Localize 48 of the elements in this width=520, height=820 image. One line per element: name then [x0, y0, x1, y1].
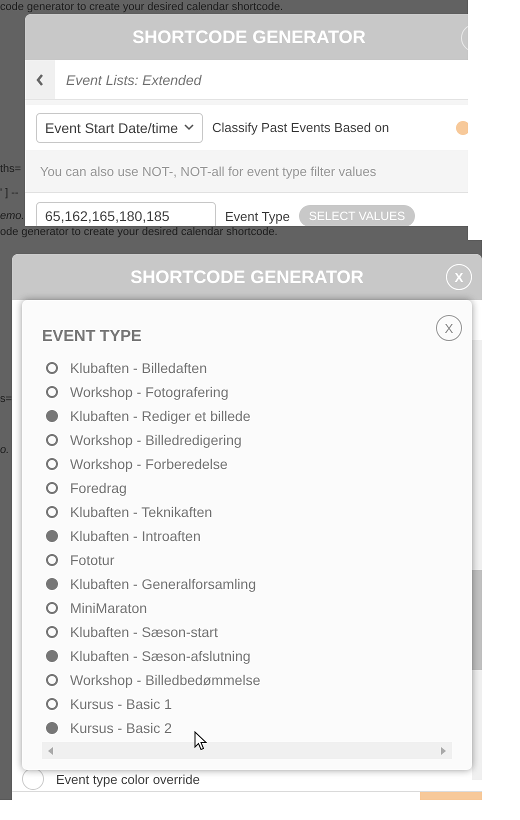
- field-label: Classify Past Events Based on: [212, 120, 390, 135]
- breadcrumb: Event Lists: Extended: [66, 72, 202, 88]
- option-label: Klubaften - Introaften: [70, 528, 201, 544]
- radio-option[interactable]: Workshop - Forberedelse: [42, 452, 452, 476]
- input-field[interactable]: 65,162,165,180,185: [36, 202, 216, 226]
- option-label: Klubaften - Sæson-start: [70, 624, 218, 640]
- backdrop-text: s=: [0, 393, 12, 406]
- radio-option[interactable]: Workshop - Billedredigering: [42, 428, 452, 452]
- option-label: Kursus - Basic 1: [70, 696, 172, 712]
- option-label: Klubaften - Sæson-afslutning: [70, 648, 251, 664]
- option-label: Fototur: [70, 552, 114, 568]
- radio-option[interactable]: Klubaften - Introaften: [42, 524, 452, 548]
- radio-option[interactable]: Kursus - Basic 2: [42, 716, 452, 740]
- radio-option[interactable]: Fototur: [42, 548, 452, 572]
- radio-option[interactable]: Klubaften - Generalforsamling: [42, 572, 452, 596]
- option-label: Klubaften - Generalforsamling: [70, 576, 256, 592]
- radio-option[interactable]: Workshop - Fotografering: [42, 380, 452, 404]
- radio-option[interactable]: Foredrag: [42, 476, 452, 500]
- option-label: Klubaften - Teknikaften: [70, 504, 212, 520]
- option-label: Klubaften - Billedaften: [70, 360, 207, 376]
- backdrop-text: ths=: [0, 163, 22, 176]
- option-label: Klubaften - Rediger et billede: [70, 408, 251, 424]
- option-label: Workshop - Forberedelse: [70, 456, 228, 472]
- radio-option[interactable]: Klubaften - Sæson-start: [42, 620, 452, 644]
- backdrop-text: code generator to create your desired calendar shortcode.: [0, 1, 284, 14]
- option-label: Foredrag: [70, 480, 127, 496]
- field-label: Event type color override: [56, 772, 200, 786]
- option-label: MiniMaraton: [70, 600, 148, 616]
- option-label: Workshop - Billedbedømmelse: [70, 672, 260, 688]
- backdrop-text: o.: [0, 444, 10, 457]
- backdrop-text: ' ] --: [0, 187, 19, 200]
- modal-title: EVENT TYPE: [42, 328, 142, 346]
- radio-option[interactable]: Klubaften - Sæson-afslutning: [42, 644, 452, 668]
- option-label: Workshop - Billedredigering: [70, 432, 242, 448]
- radio-option[interactable]: Kursus - Basic 1: [42, 692, 452, 716]
- radio-option[interactable]: MiniMaraton: [42, 596, 452, 620]
- option-label: Workshop - Fotografering: [70, 384, 228, 400]
- dropdown[interactable]: Event Start Date/time: [36, 112, 204, 142]
- hint-text: You can also use NOT-, NOT-all for event type filter values: [40, 164, 376, 178]
- option-label: Kursus - Basic 2: [70, 720, 172, 736]
- radio-option[interactable]: Klubaften - Teknikaften: [42, 500, 452, 524]
- radio-option[interactable]: Klubaften - Rediger et billede: [42, 404, 452, 428]
- backdrop-text: ode generator to create your desired calendar shortcode.: [0, 226, 278, 239]
- radio-option[interactable]: Klubaften - Billedaften: [42, 356, 452, 380]
- radio-option[interactable]: Workshop - Billedbedømmelse: [42, 668, 452, 692]
- close-button[interactable]: X: [436, 315, 462, 341]
- backdrop-text: emo.: [0, 210, 24, 223]
- field-label: Event Type: [225, 208, 290, 224]
